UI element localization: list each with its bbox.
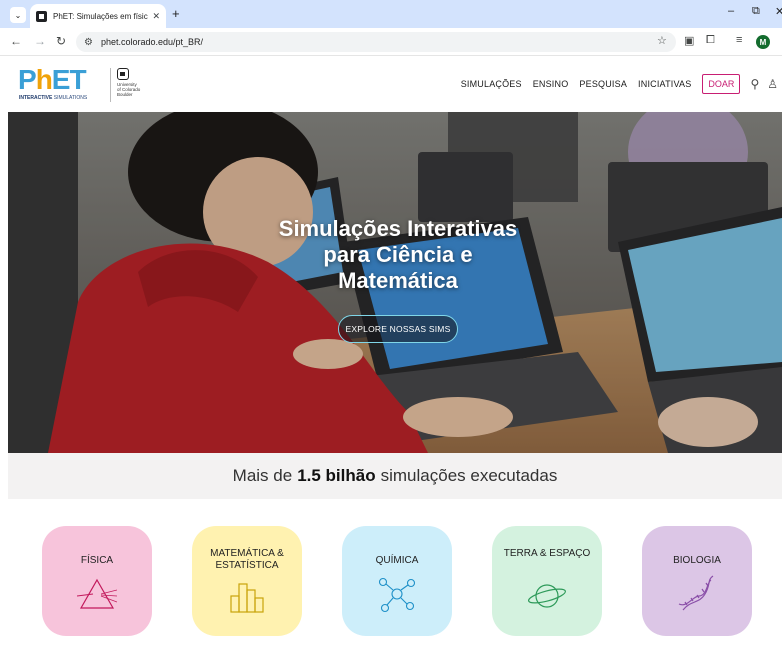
hero-title-line-2: para Ciência e: [323, 242, 473, 267]
close-window-icon[interactable]: ✕: [775, 5, 782, 18]
category-row: FÍSICA MATEMÁTICA & ESTATÍSTICA QUÍMICA: [0, 499, 782, 661]
profile-avatar[interactable]: M: [756, 35, 770, 49]
nav-initiatives[interactable]: INICIATIVAS: [638, 79, 691, 89]
stats-banner: Mais de 1.5 bilhão simulações executadas: [8, 453, 782, 499]
stats-prefix: Mais de: [232, 466, 293, 485]
cu-mark-icon: [117, 68, 129, 80]
hero-title-line-3: Matemática: [338, 268, 458, 293]
cu-line-3: Boulder: [117, 92, 133, 97]
category-chemistry[interactable]: QUÍMICA: [342, 526, 452, 636]
donate-button[interactable]: DOAR: [702, 74, 741, 94]
category-math-label: MATEMÁTICA & ESTATÍSTICA: [210, 548, 284, 571]
bookmark-star-icon[interactable]: ☆: [657, 34, 667, 47]
browser-tab-bar: ⌄ PhET: Simulações em física, quí ✕ + – …: [0, 0, 782, 28]
phet-logo[interactable]: PhET INTERACTIVE SIMULATIONS: [18, 66, 104, 102]
puzzle-icon[interactable]: ⧠: [706, 34, 715, 47]
reading-list-icon[interactable]: ≡: [736, 34, 742, 46]
category-chemistry-label: QUÍMICA: [375, 555, 419, 566]
extension-icon[interactable]: ▣: [684, 34, 694, 47]
category-earth-space[interactable]: TERRA & ESPAÇO: [492, 526, 602, 636]
phet-logo-subtitle: INTERACTIVE SIMULATIONS: [19, 95, 88, 101]
address-bar[interactable]: ⚙ phet.colorado.edu/pt_BR/: [76, 32, 676, 52]
back-icon[interactable]: ←: [10, 34, 22, 48]
molecule-icon: [378, 577, 416, 613]
category-biology[interactable]: BIOLOGIA: [642, 526, 752, 636]
stats-highlight: 1.5 bilhão: [297, 466, 376, 485]
reload-icon[interactable]: ↻: [56, 34, 66, 48]
category-math[interactable]: MATEMÁTICA & ESTATÍSTICA: [192, 526, 302, 636]
prism-icon: [77, 578, 117, 609]
dna-icon: [678, 575, 714, 611]
hero-title: Simulações Interativas para Ciência e Ma…: [243, 216, 553, 294]
cu-boulder-logo[interactable]: University of Colorado Boulder: [110, 68, 150, 102]
restore-icon[interactable]: ⧉: [752, 5, 760, 18]
category-physics[interactable]: FÍSICA: [42, 526, 152, 636]
browser-tab[interactable]: PhET: Simulações em física, quí ✕: [30, 4, 166, 28]
tab-close-icon[interactable]: ✕: [152, 11, 160, 22]
forward-icon[interactable]: →: [34, 34, 46, 48]
phet-favicon-icon: [36, 10, 47, 22]
nav-simulations[interactable]: SIMULAÇÕES: [461, 79, 522, 89]
user-icon[interactable]: ♙: [767, 77, 778, 91]
nav-research[interactable]: PESQUISA: [579, 79, 627, 89]
hero-banner: Simulações Interativas para Ciência e Ma…: [8, 112, 782, 453]
nav-teaching[interactable]: ENSINO: [533, 79, 569, 89]
bar-chart-icon: [230, 583, 264, 613]
site-header: PhET INTERACTIVE SIMULATIONS University …: [0, 56, 782, 112]
site-info-icon[interactable]: ⚙: [84, 37, 93, 48]
url-text: phet.colorado.edu/pt_BR/: [100, 37, 204, 47]
phet-logo-wordmark: PhET: [18, 64, 87, 95]
category-physics-label: FÍSICA: [80, 555, 114, 566]
explore-sims-button[interactable]: EXPLORE NOSSAS SIMS: [338, 315, 458, 343]
tab-title: PhET: Simulações em física, quí: [53, 11, 148, 21]
category-earth-space-label: TERRA & ESPAÇO: [503, 548, 591, 559]
planet-icon: [528, 584, 566, 608]
minimize-icon[interactable]: –: [728, 5, 734, 17]
tab-search-chevron-icon[interactable]: ⌄: [10, 7, 26, 23]
search-icon[interactable]: ⚲: [750, 77, 759, 91]
stats-suffix: simulações executadas: [380, 466, 558, 485]
category-biology-label: BIOLOGIA: [673, 555, 721, 566]
new-tab-icon[interactable]: +: [172, 6, 180, 21]
main-nav: SIMULAÇÕES ENSINO PESQUISA INICIATIVAS D…: [461, 56, 782, 112]
browser-toolbar: ← → ↻ ⚙ phet.colorado.edu/pt_BR/ ☆ ▣ ⧠ ≡…: [0, 28, 782, 56]
hero-title-line-1: Simulações Interativas: [278, 216, 518, 241]
